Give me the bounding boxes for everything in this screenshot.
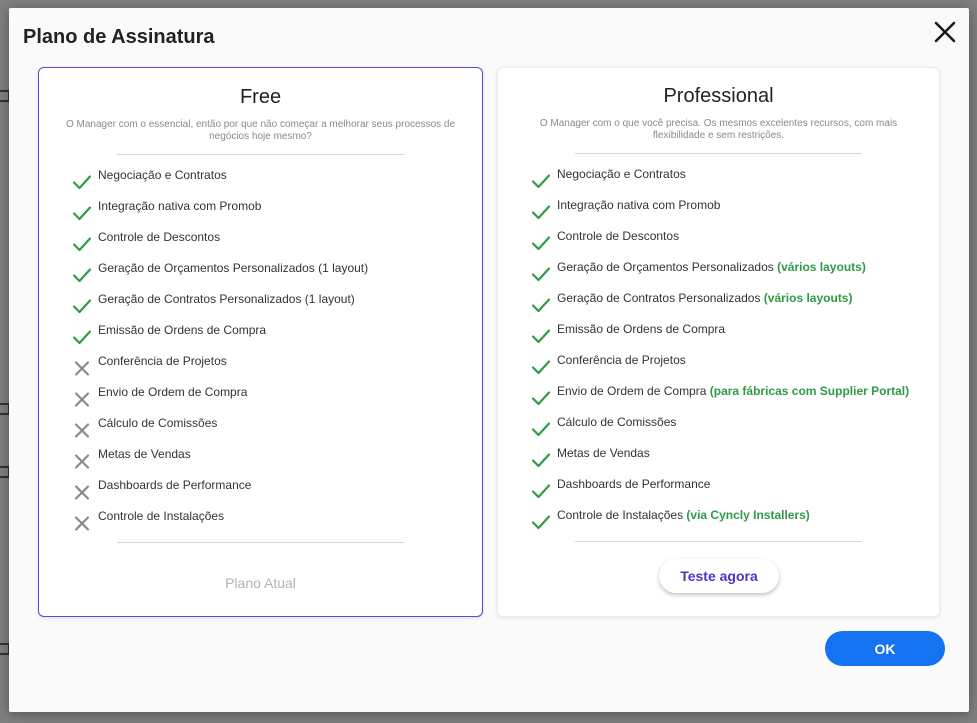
check-icon — [72, 172, 92, 192]
check-icon — [531, 233, 551, 253]
plan-title: Free — [239, 86, 282, 108]
check-icon — [72, 296, 92, 316]
current-plan-label: Plano Atual — [225, 575, 296, 591]
feature-name: Dashboards de Performance — [557, 477, 711, 491]
divider — [575, 541, 862, 542]
plan-description: O Manager com o que você precisa. Os mes… — [539, 118, 898, 141]
feature-label: Geração de Orçamentos Personalizados (1 … — [98, 261, 368, 275]
feature-label: Conferência de Projetos — [557, 353, 686, 367]
feature-label: Geração de Contratos Personalizados (1 l… — [98, 292, 355, 306]
feature-name: Geração de Contratos Personalizados (1 l… — [98, 292, 355, 306]
feature-name: Controle de Instalações — [557, 508, 684, 522]
check-icon — [531, 357, 551, 377]
feature-extra: (via Cyncly Installers) — [683, 508, 810, 522]
feature-name: Metas de Vendas — [557, 446, 650, 460]
check-icon — [72, 234, 92, 254]
feature-name: Cálculo de Comissões — [557, 415, 677, 429]
feature-label: Controle de Descontos — [557, 229, 679, 243]
feature-label: Negociação e Contratos — [98, 168, 227, 182]
feature-name: Envio de Ordem de Compra — [98, 385, 248, 399]
check-icon — [72, 265, 92, 285]
subscription-plan-dialog: Plano de Assinatura Free O Manager com o… — [9, 8, 969, 712]
check-icon — [72, 327, 92, 347]
feature-name: Negociação e Contratos — [98, 168, 227, 182]
check-icon — [531, 512, 551, 532]
try-now-button[interactable]: Teste agora — [659, 559, 779, 593]
cross-icon — [72, 451, 92, 471]
feature-extra: (vários layouts) — [773, 260, 866, 274]
feature-name: Cálculo de Comissões — [98, 416, 218, 430]
feature-name: Emissão de Ordens de Compra — [98, 323, 267, 337]
feature-name: Controle de Instalações — [98, 509, 225, 523]
feature-name: Geração de Contratos Personalizados — [557, 291, 761, 305]
feature-name: Emissão de Ordens de Compra — [557, 322, 726, 336]
check-icon — [531, 295, 551, 315]
feature-name: Metas de Vendas — [98, 447, 191, 461]
cross-icon — [72, 482, 92, 502]
feature-label: Envio de Ordem de Compra (para fábricas … — [557, 384, 909, 398]
feature-label: Controle de Descontos — [98, 230, 220, 244]
cross-icon — [72, 389, 92, 409]
feature-label: Cálculo de Comissões — [557, 415, 676, 429]
feature-label: Negociação e Contratos — [557, 167, 686, 181]
feature-label: Controle de Instalações — [98, 509, 224, 523]
plan-card-professional: Professional O Manager com o que você pr… — [497, 67, 940, 617]
ok-button[interactable]: OK — [825, 631, 945, 666]
feature-label: Controle de Instalações (via Cyncly Inst… — [557, 508, 810, 522]
divider — [575, 153, 862, 154]
check-icon — [531, 202, 551, 222]
feature-extra: (para fábricas com Supplier Portal) — [706, 384, 910, 398]
feature-name: Controle de Descontos — [98, 230, 221, 244]
feature-name: Integração nativa com Promob — [557, 198, 721, 212]
feature-label: Envio de Ordem de Compra — [98, 385, 247, 399]
check-icon — [531, 419, 551, 439]
feature-name: Conferência de Projetos — [557, 353, 686, 367]
cross-icon — [72, 513, 92, 533]
check-icon — [531, 388, 551, 408]
check-icon — [531, 326, 551, 346]
check-icon — [72, 203, 92, 223]
check-icon — [531, 171, 551, 191]
feature-label: Geração de Orçamentos Personalizados (vá… — [557, 260, 866, 274]
check-icon — [531, 481, 551, 501]
divider — [117, 542, 404, 543]
feature-label: Metas de Vendas — [557, 446, 650, 460]
close-button[interactable] — [931, 18, 959, 46]
feature-extra: (vários layouts) — [760, 291, 853, 305]
feature-label: Emissão de Ordens de Compra — [557, 322, 725, 336]
plan-title: Professional — [663, 85, 774, 107]
check-icon — [531, 450, 551, 470]
feature-name: Integração nativa com Promob — [98, 199, 262, 213]
dialog-title: Plano de Assinatura — [23, 26, 215, 48]
feature-name: Envio de Ordem de Compra — [557, 384, 707, 398]
feature-name: Geração de Orçamentos Personalizados (1 … — [98, 261, 369, 275]
feature-label: Metas de Vendas — [98, 447, 191, 461]
feature-name: Conferência de Projetos — [98, 354, 227, 368]
feature-label: Dashboards de Performance — [557, 477, 710, 491]
feature-label: Integração nativa com Promob — [98, 199, 261, 213]
feature-name: Geração de Orçamentos Personalizados — [557, 260, 774, 274]
feature-label: Geração de Contratos Personalizados (vár… — [557, 291, 852, 305]
feature-label: Conferência de Projetos — [98, 354, 227, 368]
feature-name: Controle de Descontos — [557, 229, 680, 243]
divider — [117, 154, 404, 155]
feature-label: Emissão de Ordens de Compra — [98, 323, 266, 337]
check-icon — [531, 264, 551, 284]
close-icon — [934, 21, 956, 43]
plan-description: O Manager com o essencial, então por que… — [65, 119, 456, 142]
feature-label: Cálculo de Comissões — [98, 416, 217, 430]
feature-label: Dashboards de Performance — [98, 478, 251, 492]
cross-icon — [72, 358, 92, 378]
feature-name: Dashboards de Performance — [98, 478, 252, 492]
cross-icon — [72, 420, 92, 440]
feature-label: Integração nativa com Promob — [557, 198, 720, 212]
feature-name: Negociação e Contratos — [557, 167, 686, 181]
plan-card-free: Free O Manager com o essencial, então po… — [38, 67, 483, 617]
